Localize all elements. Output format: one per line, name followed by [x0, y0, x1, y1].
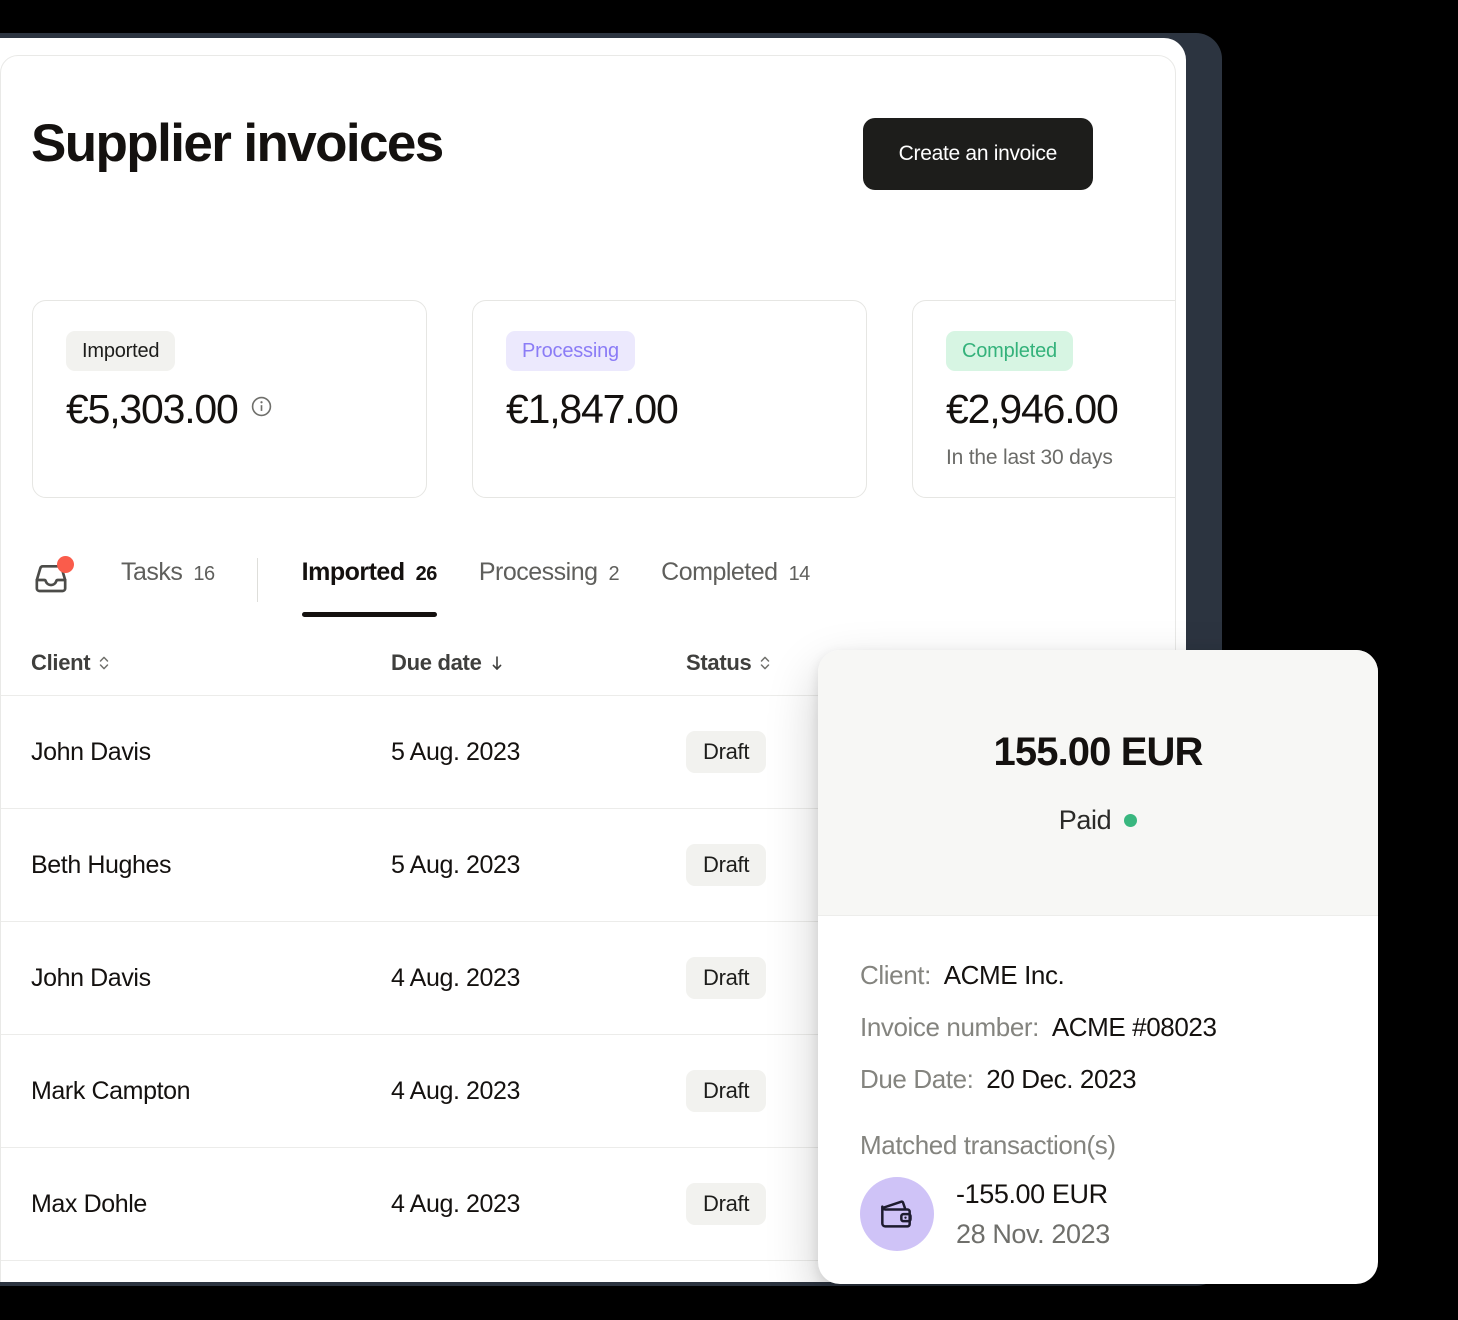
detail-field-label: Invoice number: [860, 1012, 1039, 1042]
cell-due-date: 4 Aug. 2023 [391, 963, 521, 992]
cell-due-date: 5 Aug. 2023 [391, 850, 521, 879]
tab-tasks[interactable]: Tasks 16 [121, 549, 215, 617]
column-header-due-date[interactable]: Due date [391, 650, 686, 676]
stat-card-completed[interactable]: Completed €2,946.00 In the last 30 days [912, 300, 1175, 498]
tab-label: Processing [478, 558, 598, 586]
detail-field-due-date: Due Date: 20 Dec. 2023 [860, 1064, 1336, 1095]
page-title: Supplier invoices [31, 114, 444, 173]
inbox-icon[interactable] [31, 556, 74, 600]
detail-field-value: ACME Inc. [943, 960, 1065, 990]
create-invoice-button[interactable]: Create an invoice [862, 118, 1093, 190]
matched-transactions-title: Matched transaction(s) [860, 1130, 1116, 1160]
cell-client: Beth Hughes [31, 850, 172, 879]
stat-cards-row: Imported €5,303.00 Processing €1,847.00 … [32, 300, 1175, 498]
status-badge: Processing [506, 331, 635, 371]
tabs-divider [256, 558, 258, 602]
stat-card-imported[interactable]: Imported €5,303.00 [32, 300, 427, 498]
sort-desc-icon [492, 656, 501, 670]
detail-field-label: Client: [860, 960, 931, 990]
matched-transaction-row[interactable]: -155.00 EUR 28 Nov. 2023 [860, 1177, 1336, 1251]
column-header-client[interactable]: Client [31, 650, 391, 676]
cell-due-date: 4 Aug. 2023 [391, 1189, 521, 1218]
stat-amount: €2,946.00 [946, 386, 1119, 432]
tab-label: Completed [661, 558, 778, 586]
detail-field-value: 20 Dec. 2023 [986, 1064, 1137, 1094]
tabs-row: Tasks 16 Imported 26 Processing 2 Comple… [31, 549, 1131, 631]
info-icon[interactable] [250, 395, 273, 423]
stat-amount-row: €5,303.00 [66, 385, 393, 433]
cell-due-date: 4 Aug. 2023 [391, 1076, 521, 1105]
tab-count: 2 [608, 563, 620, 585]
detail-field-client: Client: ACME Inc. [860, 960, 1336, 991]
status-badge: Completed [946, 331, 1073, 371]
tab-count: 14 [788, 563, 811, 585]
status-dot-icon [1124, 813, 1138, 827]
tab-count: 26 [415, 563, 438, 585]
detail-field-value: ACME #08023 [1051, 1012, 1217, 1042]
cell-client: Mark Campton [31, 1076, 191, 1105]
column-header-label: Due date [391, 650, 482, 675]
stat-card-processing[interactable]: Processing €1,847.00 [472, 300, 867, 498]
cell-due-date: 5 Aug. 2023 [391, 737, 521, 766]
matched-transaction-date: 28 Nov. 2023 [956, 1218, 1110, 1249]
column-header-label: Status [686, 650, 752, 675]
sort-both-icon [761, 656, 770, 670]
stat-amount-row: €2,946.00 [946, 385, 1175, 433]
notification-dot [57, 556, 74, 573]
status-badge: Draft [686, 957, 767, 999]
tab-processing[interactable]: Processing 2 [478, 549, 620, 617]
status-badge: Imported [66, 331, 176, 371]
wallet-icon [860, 1177, 934, 1251]
column-header-label: Client [31, 650, 91, 675]
cell-client: John Davis [31, 963, 151, 992]
invoice-detail-amount: 155.00 EUR [993, 729, 1204, 774]
sort-both-icon [100, 656, 109, 670]
invoice-detail-header: 155.00 EUR Paid [818, 650, 1378, 916]
stat-amount: €1,847.00 [506, 386, 679, 432]
tab-completed[interactable]: Completed 14 [661, 549, 810, 617]
tab-count: 16 [193, 563, 215, 585]
invoice-detail-body: Client: ACME Inc. Invoice number: ACME #… [818, 916, 1378, 1251]
stat-amount: €5,303.00 [66, 386, 239, 432]
stat-amount-row: €1,847.00 [506, 385, 833, 433]
invoice-detail-status-label: Paid [1058, 804, 1112, 835]
matched-transaction-details: -155.00 EUR 28 Nov. 2023 [956, 1179, 1110, 1250]
cell-client: Max Dohle [31, 1189, 147, 1218]
stat-subtitle: In the last 30 days [946, 446, 1113, 469]
status-badge: Draft [686, 1070, 767, 1112]
detail-field-label: Due Date: [860, 1064, 974, 1094]
tab-label: Tasks [121, 558, 183, 586]
status-badge: Draft [686, 731, 767, 773]
detail-field-invoice-number: Invoice number: ACME #08023 [860, 1012, 1336, 1043]
invoice-detail-card[interactable]: 155.00 EUR Paid Client: ACME Inc. Invoic… [818, 650, 1378, 1284]
page-header: Supplier invoices Create an invoice [31, 114, 1093, 194]
matched-transaction-amount: -155.00 EUR [956, 1178, 1108, 1209]
tab-label: Imported [301, 558, 405, 586]
invoice-detail-status: Paid [1058, 804, 1138, 836]
tab-imported[interactable]: Imported 26 [301, 549, 438, 617]
cell-client: John Davis [31, 737, 151, 766]
status-badge: Draft [686, 1183, 767, 1225]
status-badge: Draft [686, 844, 767, 886]
